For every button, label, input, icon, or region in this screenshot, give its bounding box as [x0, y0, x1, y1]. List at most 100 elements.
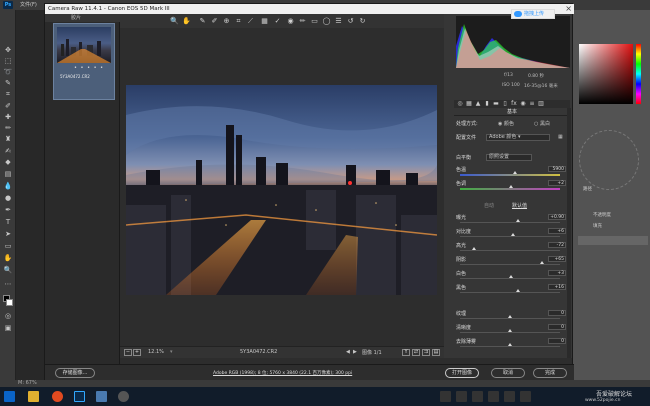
- eyedropper-tool-icon[interactable]: ✐: [3, 102, 13, 110]
- slider-track[interactable]: [460, 318, 560, 319]
- slider-value-input[interactable]: +2: [548, 180, 566, 186]
- swap-settings-icon[interactable]: ⇄: [412, 349, 420, 356]
- treatment-color-radio[interactable]: ◉ 颜色: [498, 120, 514, 127]
- slider-thumb[interactable]: [508, 343, 512, 346]
- hue-slider[interactable]: [636, 44, 641, 104]
- done-button[interactable]: 完成: [533, 368, 567, 378]
- slider-thumb[interactable]: [508, 315, 512, 318]
- slider-track[interactable]: [460, 222, 560, 223]
- slider-thumb[interactable]: [509, 275, 513, 278]
- layer-row[interactable]: [578, 236, 648, 245]
- filmstrip-thumbnail[interactable]: • • • • • 5Y3A0472.CR2: [53, 23, 115, 100]
- upload-button[interactable]: 拖拽上传: [511, 9, 555, 19]
- next-image-icon[interactable]: ▶: [353, 349, 357, 355]
- tab-split-toning[interactable]: ▬: [492, 100, 500, 108]
- close-icon[interactable]: ×: [565, 4, 572, 14]
- slider-track[interactable]: [460, 332, 560, 333]
- tab-hsl[interactable]: ▮: [483, 100, 491, 108]
- tray-icon-5[interactable]: [504, 391, 515, 402]
- cancel-button[interactable]: 取消: [491, 368, 525, 378]
- before-after-toggle[interactable]: Y: [402, 349, 410, 356]
- quick-select-icon[interactable]: ✎: [3, 79, 13, 87]
- preferences-icon[interactable]: ☰: [334, 17, 343, 26]
- eraser-tool-icon[interactable]: ◆: [3, 158, 13, 166]
- slider-value-input[interactable]: +3: [548, 270, 566, 276]
- history-brush-icon[interactable]: ✍: [3, 147, 13, 155]
- file-explorer-icon[interactable]: [28, 391, 39, 402]
- slider-track[interactable]: [460, 292, 560, 293]
- blur-tool-icon[interactable]: 💧: [3, 182, 13, 190]
- slider-value-input[interactable]: +16: [548, 284, 566, 290]
- thumbnail-rating[interactable]: • • • • •: [74, 65, 104, 71]
- app-icon[interactable]: [96, 391, 107, 402]
- zoom-out-icon[interactable]: −: [124, 349, 132, 356]
- pen-tool-icon[interactable]: ✒: [3, 206, 13, 214]
- photoshop-taskbar-icon[interactable]: [74, 391, 85, 402]
- slider-track[interactable]: [460, 278, 560, 279]
- tray-icon-1[interactable]: [440, 391, 451, 402]
- slider-value-input[interactable]: +65: [548, 256, 566, 262]
- tab-lens[interactable]: ▯: [501, 100, 509, 108]
- treatment-bw-radio[interactable]: ○ 黑白: [534, 120, 550, 127]
- slider-value-input[interactable]: 0: [548, 338, 566, 344]
- slider-thumb[interactable]: [509, 185, 513, 188]
- targeted-adjust-icon[interactable]: ⊕: [222, 17, 231, 26]
- stamp-tool-icon[interactable]: ♜: [3, 135, 13, 143]
- slider-thumb[interactable]: [540, 261, 544, 264]
- rotate-left-icon[interactable]: ↺: [346, 17, 355, 26]
- prev-image-icon[interactable]: ◀: [346, 349, 350, 355]
- rotate-right-icon[interactable]: ↻: [358, 17, 367, 26]
- slider-track[interactable]: [460, 174, 560, 176]
- tab-detail[interactable]: ▲: [474, 100, 482, 108]
- slider-track[interactable]: [460, 264, 560, 265]
- start-icon[interactable]: [4, 391, 15, 402]
- zoom-in-icon[interactable]: +: [133, 349, 141, 356]
- app2-icon[interactable]: [118, 391, 129, 402]
- default-button[interactable]: 默认值: [512, 202, 527, 209]
- slider-thumb[interactable]: [513, 171, 517, 174]
- slider-track[interactable]: [460, 250, 560, 251]
- wb-select[interactable]: 原照设置: [486, 154, 532, 161]
- copy-settings-icon[interactable]: ⇉: [422, 349, 430, 356]
- auto-button[interactable]: 自动: [484, 202, 494, 209]
- shape-tool-icon[interactable]: ▭: [3, 242, 13, 250]
- adjustment-brush-icon[interactable]: ✏: [298, 17, 307, 26]
- spot-removal-icon[interactable]: ✓: [273, 17, 282, 26]
- tab-calibration[interactable]: ◉: [519, 100, 527, 108]
- slider-value-input[interactable]: 0: [548, 310, 566, 316]
- slider-thumb[interactable]: [508, 329, 512, 332]
- lasso-tool-icon[interactable]: ➰: [3, 68, 13, 76]
- slider-value-input[interactable]: 0: [548, 324, 566, 330]
- background-color-swatch[interactable]: [6, 299, 13, 306]
- slider-value-input[interactable]: +6: [548, 228, 566, 234]
- color-picker-field[interactable]: [579, 44, 633, 104]
- tab-tone-curve[interactable]: ▦: [465, 100, 473, 108]
- paths-panel-label[interactable]: 路径: [583, 186, 592, 192]
- slider-value-input[interactable]: +0.90: [548, 214, 566, 220]
- type-tool-icon[interactable]: T: [3, 218, 13, 226]
- radial-filter-icon[interactable]: ◯: [322, 17, 331, 26]
- zoom-dropdown-icon[interactable]: ▾: [170, 349, 173, 355]
- screen-mode-icon[interactable]: ▣: [3, 324, 13, 332]
- tray-icon-3[interactable]: [472, 391, 483, 402]
- red-eye-icon[interactable]: ◉: [286, 17, 295, 26]
- slider-thumb[interactable]: [516, 289, 520, 292]
- workflow-options-link[interactable]: Adobe RGB (1998); 8 位; 5760 x 3840 (22.1…: [213, 370, 352, 376]
- save-image-button[interactable]: 存储图像...: [55, 368, 95, 378]
- photo-preview[interactable]: [126, 85, 437, 295]
- slider-track[interactable]: [460, 188, 560, 190]
- zoom-level[interactable]: 12.1%: [148, 349, 164, 355]
- tab-basic[interactable]: ◎: [456, 100, 464, 108]
- profile-select[interactable]: Adobe 颜色 ▾: [486, 134, 550, 141]
- move-tool-icon[interactable]: ✥: [3, 46, 13, 54]
- quick-mask-icon[interactable]: ◎: [3, 312, 13, 320]
- profile-browser-icon[interactable]: ▦: [558, 134, 563, 140]
- zoom-tool-icon[interactable]: 🔍: [3, 266, 13, 274]
- graduated-filter-icon[interactable]: ▭: [310, 17, 319, 26]
- tab-presets[interactable]: ≡: [528, 100, 536, 108]
- hand-tool-icon[interactable]: ✋: [3, 254, 13, 262]
- brush-tool-icon[interactable]: ✏: [3, 124, 13, 132]
- healing-tool-icon[interactable]: ✚: [3, 113, 13, 121]
- path-select-icon[interactable]: ➤: [3, 230, 13, 238]
- slider-value-input[interactable]: 5900: [548, 166, 566, 172]
